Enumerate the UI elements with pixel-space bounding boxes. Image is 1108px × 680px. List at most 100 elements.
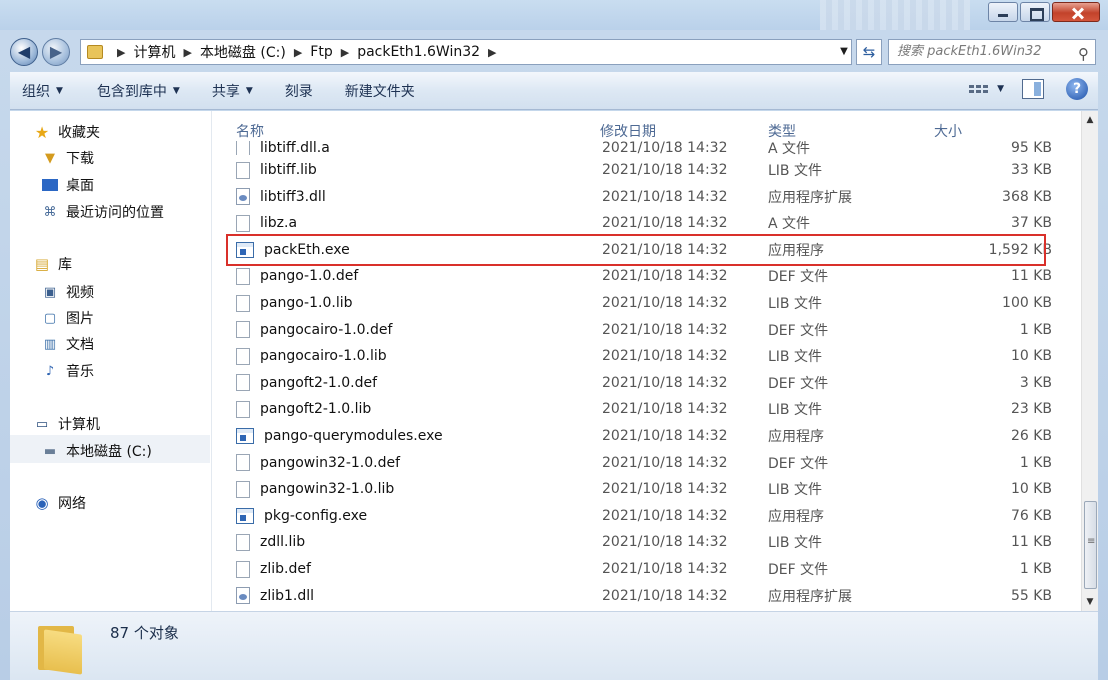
breadcrumb-separator[interactable]: ▶ <box>341 46 349 59</box>
preview-pane-icon[interactable] <box>1022 79 1044 99</box>
address-dropdown-button[interactable]: ▼ <box>836 39 852 65</box>
nav-item-music[interactable]: ♪ 音乐 <box>42 361 94 381</box>
nav-item-videos[interactable]: ▣ 视频 <box>42 282 94 302</box>
star-icon: ★ <box>34 122 50 142</box>
scroll-down-arrow-icon[interactable]: ▼ <box>1082 593 1098 611</box>
breadcrumb-ftp[interactable]: Ftp <box>310 44 332 60</box>
file-row[interactable]: libz.a 2021/10/18 14:32 A 文件 37 KB <box>236 210 1056 236</box>
file-row[interactable]: libtiff3.dll 2021/10/18 14:32 应用程序扩展 368 KB <box>236 184 1056 210</box>
address-bar[interactable]: ▶ 计算机 ▶ 本地磁盘 (C:) ▶ Ftp ▶ packEth1.6Win3… <box>80 39 852 65</box>
file-name-text: pango-querymodules.exe <box>264 428 443 444</box>
file-row[interactable]: libtiff.dll.a 2021/10/18 14:32 A 文件 95 KB <box>236 141 1056 155</box>
file-name-text: pangocairo-1.0.def <box>260 321 393 338</box>
file-name-text: pangoft2-1.0.lib <box>260 401 372 418</box>
nav-item-downloads[interactable]: ▼ 下载 <box>42 148 94 168</box>
file-name: libtiff3.dll <box>236 188 326 206</box>
file-size: 33 KB <box>1010 162 1052 178</box>
content-area: ★ 收藏夹 ▼ 下载 桌面 ⌘ 最近访问的位置 ▤ 库 ▣ 视频 ▢ 图片 ▥ 文档 <box>10 111 1098 611</box>
file-size: 37 KB <box>1010 215 1052 232</box>
file-date: 2021/10/18 14:32 <box>602 587 728 604</box>
title-bar <box>0 0 1108 30</box>
file-type: A 文件 <box>768 141 811 155</box>
breadcrumb-local-disk[interactable]: 本地磁盘 (C:) <box>200 42 286 62</box>
breadcrumb-packeth[interactable]: packEth1.6Win32 <box>357 44 480 60</box>
file-row[interactable]: libtiff.lib 2021/10/18 14:32 LIB 文件 33 KB <box>236 157 1056 183</box>
file-type: LIB 文件 <box>768 163 822 179</box>
file-icon <box>236 294 250 312</box>
file-row[interactable]: pangoft2-1.0.def 2021/10/18 14:32 DEF 文件 3 … <box>236 370 1056 396</box>
search-icon[interactable]: ⚲ <box>1078 42 1089 66</box>
burn-button[interactable]: 刻录 <box>273 81 325 101</box>
details-pane: 87 个对象 <box>10 611 1098 680</box>
file-row[interactable]: zlib.def 2021/10/18 14:32 DEF 文件 1 KB <box>236 556 1056 582</box>
music-icon: ♪ <box>45 363 55 379</box>
back-button[interactable]: ◀ <box>10 38 38 66</box>
breadcrumb-computer[interactable]: 计算机 <box>133 42 175 62</box>
chevron-down-icon[interactable]: ▼ <box>997 84 1004 94</box>
file-row[interactable]: pango-querymodules.exe 2021/10/18 14:32 应用… <box>236 423 1056 449</box>
file-row[interactable]: pangoft2-1.0.lib 2021/10/18 14:32 LIB 文件 23… <box>236 396 1056 422</box>
column-header-size[interactable]: 大小 <box>934 121 962 141</box>
recent-places-icon: ⌘ <box>43 204 57 220</box>
command-bar: 组织 ▼ 包含到库中 ▼ 共享 ▼ 刻录 新建文件夹 ▼ ? <box>10 72 1098 110</box>
search-input[interactable]: 搜索 packEth1.6Win32 ⚲ <box>888 39 1096 65</box>
file-row[interactable]: zdll.lib 2021/10/18 14:32 LIB 文件 11 KB <box>236 529 1056 555</box>
column-header-date[interactable]: 修改日期 <box>600 121 656 141</box>
file-row[interactable]: pangocairo-1.0.def 2021/10/18 14:32 DEF 文件… <box>236 317 1056 343</box>
nav-item-documents[interactable]: ▥ 文档 <box>42 334 94 354</box>
vertical-scrollbar[interactable]: ▲ ▼ <box>1081 111 1098 611</box>
change-view-icon[interactable] <box>969 79 991 99</box>
file-size: 100 KB <box>1002 295 1052 311</box>
file-name-text: libtiff.dll.a <box>260 141 330 155</box>
file-size: 1 KB <box>1019 321 1052 338</box>
maximize-button[interactable] <box>1020 2 1050 22</box>
share-menu[interactable]: 共享 ▼ <box>200 81 265 101</box>
nav-item-computer[interactable]: ▭ 计算机 <box>34 414 100 434</box>
nav-item-favorites[interactable]: ★ 收藏夹 <box>34 122 100 142</box>
scroll-up-arrow-icon[interactable]: ▲ <box>1082 111 1098 129</box>
file-type: 应用程序扩展 <box>768 588 852 605</box>
breadcrumb-separator[interactable]: ▶ <box>294 46 302 59</box>
nav-item-libraries[interactable]: ▤ 库 <box>34 254 72 274</box>
nav-item-local-disk[interactable]: ▬ 本地磁盘 (C:) <box>42 441 152 461</box>
file-name: libtiff.lib <box>236 161 317 179</box>
file-row[interactable]: zlib1.dll 2021/10/18 14:32 应用程序扩展 55 KB <box>236 583 1056 609</box>
nav-item-desktop[interactable]: 桌面 <box>42 175 94 195</box>
file-row[interactable]: pkg-config.exe 2021/10/18 14:32 应用程序 76 KB <box>236 503 1056 529</box>
scrollbar-thumb[interactable] <box>1084 501 1097 589</box>
file-row[interactable]: pangowin32-1.0.lib 2021/10/18 14:32 LIB 文件… <box>236 476 1056 502</box>
forward-arrow-icon: ▶ <box>49 42 63 61</box>
include-in-library-menu[interactable]: 包含到库中 ▼ <box>85 81 192 101</box>
file-row[interactable]: pangocairo-1.0.lib 2021/10/18 14:32 LIB 文件… <box>236 343 1056 369</box>
breadcrumb-separator[interactable]: ▶ <box>488 46 496 59</box>
column-headers: 名称 修改日期 类型 大小 <box>212 111 1082 145</box>
file-name: libtiff.dll.a <box>236 141 330 155</box>
organize-menu[interactable]: 组织 ▼ <box>10 81 75 101</box>
file-type: A 文件 <box>768 216 811 233</box>
application-icon <box>236 428 254 444</box>
nav-label: 本地磁盘 (C:) <box>66 444 152 460</box>
library-icon: ▤ <box>34 255 50 273</box>
file-icon <box>236 141 250 155</box>
breadcrumb-separator[interactable]: ▶ <box>183 46 191 59</box>
file-icon <box>236 533 250 551</box>
file-name-text: pangowin32-1.0.def <box>260 454 401 471</box>
file-row[interactable]: pangowin32-1.0.def 2021/10/18 14:32 DEF 文件… <box>236 450 1056 476</box>
column-header-name[interactable]: 名称 <box>236 121 264 141</box>
minimize-button[interactable] <box>988 2 1018 22</box>
file-row[interactable]: pango-1.0.lib 2021/10/18 14:32 LIB 文件 100 K… <box>236 290 1056 316</box>
search-placeholder: 搜索 packEth1.6Win32 <box>897 44 1042 59</box>
nav-item-pictures[interactable]: ▢ 图片 <box>42 308 94 328</box>
refresh-button[interactable]: ⇆ <box>856 39 882 65</box>
forward-button[interactable]: ▶ <box>42 38 70 66</box>
file-type: 应用程序扩展 <box>768 189 852 206</box>
help-icon[interactable]: ? <box>1066 78 1088 100</box>
nav-item-network[interactable]: ◉ 网络 <box>34 493 86 513</box>
close-button[interactable] <box>1052 2 1100 22</box>
breadcrumb-separator[interactable]: ▶ <box>117 46 125 59</box>
nav-item-recent[interactable]: ⌘ 最近访问的位置 <box>42 202 165 222</box>
new-folder-button[interactable]: 新建文件夹 <box>333 81 427 101</box>
column-header-type[interactable]: 类型 <box>768 121 796 141</box>
file-icon <box>236 400 250 418</box>
file-row[interactable]: pango-1.0.def 2021/10/18 14:32 DEF 文件 11 KB <box>236 263 1056 289</box>
